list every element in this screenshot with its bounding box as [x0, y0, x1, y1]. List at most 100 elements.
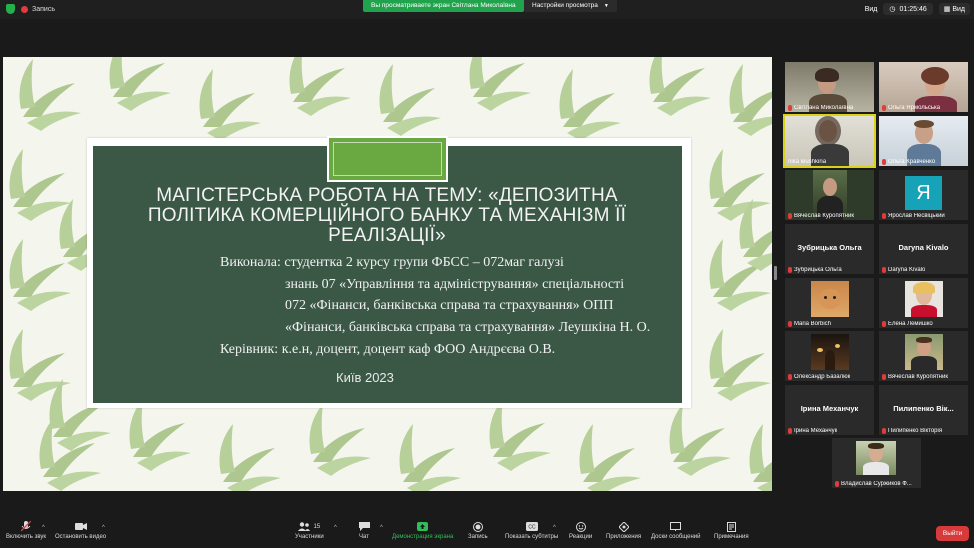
participant-name: Ольга Кравченко [882, 159, 935, 165]
slide-accent-tab [327, 136, 448, 182]
show-captions-button[interactable]: CC Показать субтитры [505, 521, 558, 540]
stop-video-label: Остановить видео [55, 534, 107, 540]
mic-muted-icon [788, 428, 792, 434]
participant-display-name: Daryna Kivalo [898, 243, 949, 252]
view-settings-label: Настройки просмотра [532, 2, 598, 9]
slide-line: Виконала: студентка 2 курсу групи ФБСС –… [220, 255, 564, 270]
top-right-controls: Вид ◷ 01:25:46 ▦ Вид [865, 3, 970, 15]
participant-tile[interactable]: Вячеслав Куропятник [879, 331, 968, 381]
participant-tile-active-speaker[interactable]: nika leushkina [783, 114, 876, 168]
participant-name: Пилипенко Вікторія [882, 428, 942, 434]
notes-button[interactable]: Примечания [714, 521, 749, 540]
zoom-window: Запись Вы просматриваете экран Світлана … [0, 0, 974, 548]
chevron-up-icon[interactable]: ^ [42, 525, 45, 531]
participants-count: 15 [313, 523, 321, 530]
apps-button[interactable]: Приложения [606, 521, 641, 540]
participant-photo [811, 334, 849, 370]
mic-muted-icon [882, 105, 886, 111]
mic-muted-icon [882, 267, 886, 273]
chevron-up-icon[interactable]: ^ [334, 525, 337, 531]
top-left-status: Запись [6, 4, 55, 14]
chevron-up-icon[interactable]: ^ [553, 525, 556, 531]
mic-muted-icon [788, 213, 792, 219]
participant-tile[interactable]: Я Ярослав Несвіцький [879, 170, 968, 220]
participant-name: Владислав Суржиков Ф... [835, 481, 912, 487]
security-shield-icon[interactable] [6, 4, 15, 14]
record-dot-icon [21, 5, 28, 13]
participant-tile[interactable]: Вячеслав Куропятник [785, 170, 874, 220]
participant-name: nika leushkina [788, 159, 827, 165]
mic-muted-icon [788, 374, 792, 380]
participant-photo [905, 281, 943, 317]
notes-icon [725, 521, 737, 532]
participant-tile[interactable]: Maria Borbich [785, 278, 874, 328]
participant-name: Ольга Ярмольська [882, 105, 940, 111]
recording-indicator[interactable]: Запись [21, 5, 55, 13]
mic-muted-icon [788, 267, 792, 273]
leave-button[interactable]: Выйти [936, 526, 969, 541]
participant-photo-cat [811, 281, 849, 317]
view-label[interactable]: Вид [865, 6, 878, 13]
participant-name: Елена Лемишко [882, 321, 933, 327]
view-mode-label: Вид [952, 6, 965, 13]
share-screen-button[interactable]: Демонстрация экрана [392, 521, 453, 540]
timer-value: 01:25:46 [899, 5, 927, 13]
participant-photo [905, 334, 943, 370]
reactions-label: Реакции [569, 534, 593, 540]
participant-tile[interactable]: Пилипенко Вік... Пилипенко Вікторія [879, 385, 968, 435]
participants-button[interactable]: 15 Участники [295, 521, 324, 540]
mic-muted-icon [882, 428, 886, 434]
unmute-label: Включить звук [6, 534, 47, 540]
slide-line: знань 07 «Управління та адміністрування»… [285, 277, 625, 292]
slide-city-year: Київ 2023 [336, 370, 394, 385]
participant-photo [856, 441, 896, 475]
participant-display-name: Зубрицька Ольга [797, 243, 862, 252]
participant-tile[interactable]: Ольга Кравченко [879, 116, 968, 166]
svg-text:CC: CC [528, 525, 536, 531]
participant-tile[interactable]: Світлана Миколаївна [785, 62, 874, 112]
participant-tile[interactable]: Ірина Механчук Ірина Механчук [785, 385, 874, 435]
participant-tile[interactable]: Daryna Kivalo Daryna Kivalo [879, 224, 968, 274]
slide-line: «Фінанси, банківська справа та страхуван… [285, 320, 651, 335]
participant-tile[interactable]: Зубрицька Ольга Зубрицька Ольга [785, 224, 874, 274]
participant-name: Зубрицька Ольга [788, 267, 842, 273]
participant-display-name: Ірина Механчук [800, 404, 859, 413]
whiteboards-button[interactable]: Доски сообщений [651, 521, 701, 540]
chevron-up-icon[interactable]: ^ [380, 525, 383, 531]
mic-muted-icon [882, 159, 886, 165]
captions-icon: CC [525, 521, 538, 532]
participant-name: Ярослав Несвіцький [882, 213, 945, 219]
grid-icon: ▦ [943, 6, 951, 13]
apps-label: Приложения [606, 534, 642, 540]
top-bar: Запись Вы просматриваете экран Світлана … [0, 0, 974, 19]
unmute-button[interactable]: Включить звук [6, 521, 46, 540]
mic-muted-icon [882, 374, 886, 380]
chevron-up-icon[interactable]: ^ [102, 525, 105, 531]
stop-video-button[interactable]: Остановить видео [55, 521, 106, 540]
record-button[interactable]: Запись [468, 521, 488, 540]
show-captions-label: Показать субтитры [505, 534, 559, 540]
participant-name: Вячеслав Куропятник [882, 374, 948, 380]
share-screen-icon [417, 521, 429, 532]
participant-tile[interactable]: Владислав Суржиков Ф... [832, 438, 921, 488]
slide-line: 072 «Фінанси, банківська справа та страх… [285, 298, 614, 313]
chat-button[interactable]: Чат [358, 521, 370, 540]
participant-tile[interactable]: Олександр Базалюк [785, 331, 874, 381]
view-settings-button[interactable]: Настройки просмотра ▼ [524, 0, 617, 12]
participants-label: Участники [295, 534, 324, 540]
participant-tile[interactable]: Ольга Ярмольська [879, 62, 968, 112]
mic-muted-icon [788, 105, 792, 111]
participant-name: Maria Borbich [788, 321, 831, 327]
recording-label: Запись [32, 5, 55, 13]
view-mode-button[interactable]: ▦ Вид [938, 3, 970, 15]
panel-resize-handle[interactable] [774, 266, 777, 280]
mic-muted-icon [882, 213, 886, 219]
participant-name: Daryna Kivalo [882, 267, 925, 273]
participant-tile[interactable]: Елена Лемишко [879, 278, 968, 328]
slide-title: МАГІСТЕРСЬКА РОБОТА НА ТЕМУ: «ДЕПОЗИТНА … [147, 185, 627, 246]
clock-icon: ◷ [889, 6, 896, 13]
notes-label: Примечания [714, 534, 749, 540]
reactions-button[interactable]: Реакции [569, 521, 592, 540]
participant-avatar-letter: Я [905, 176, 942, 210]
emoji-smile-icon [575, 521, 587, 532]
